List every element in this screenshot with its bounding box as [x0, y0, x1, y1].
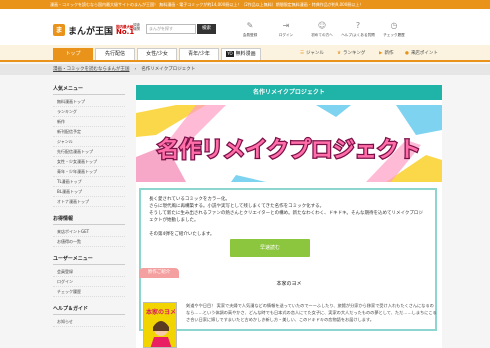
sidebar: 人気メニュー 無料漫画トップ ランキング 新作 新刊配信予定 ジャンル 先行配信… [53, 85, 125, 335]
new-icon: ▶ [379, 51, 383, 56]
sidebar-item[interactable]: 来店ポイントGET [53, 227, 125, 237]
sidebar-item[interactable]: 新作 [53, 117, 125, 127]
site-logo[interactable]: ま まんが王国 国内最大級 No.1 [53, 23, 134, 37]
intro-line: その第4弾をご紹介いたします。 [149, 232, 215, 237]
sidebar-item[interactable]: BL漫画トップ [53, 187, 125, 197]
site-header: ま まんが王国 国内最大級 No.1 調査 機関 まんがを探す 検索 ✎ 会員登録 … [0, 9, 490, 45]
sidebar-item[interactable]: オトナ漫画トップ [53, 197, 125, 207]
login-icon: ⇥ [282, 21, 290, 30]
logo-mark-icon: ま [53, 24, 65, 36]
page-title: 名作リメイクプロジェクト [136, 85, 442, 100]
first-time-icon: ☺ [317, 21, 327, 30]
sidebar-section-popular: 人気メニュー 無料漫画トップ ランキング 新作 新刊配信予定 ジャンル 先行配信… [53, 85, 125, 207]
banner-title: 名作リメイクプロジェクト [157, 137, 421, 163]
nav-genre[interactable]: ☰ ジャンル [300, 49, 324, 58]
history-icon: ◷ [390, 21, 398, 30]
help-link[interactable]: ? ヘルプ/よくある質問 [340, 21, 376, 38]
member-register-link[interactable]: ✎ 会員登録 [232, 21, 268, 38]
announcement-text: 漫画・コミックを読むなら国内最大級サイトのまんが王国！ 無料漫画・電子コミックが… [50, 2, 364, 7]
free-icon: YO [226, 51, 234, 57]
sidebar-item[interactable]: 青年・少年漫画トップ [53, 167, 125, 177]
sidebar-item[interactable]: お値得の一覧 [53, 237, 125, 247]
sidebar-section-help: ヘルプ＆ガイド お知らせ [53, 305, 125, 327]
nav-points[interactable]: ● 来店ポイント [405, 49, 438, 58]
cover-art: 本家のヨメ [144, 303, 176, 347]
sidebar-item[interactable]: ジャンル [53, 137, 125, 147]
tab-free[interactable]: YO 無料漫画 [221, 48, 261, 60]
intro-line: 長く愛されているコミックをカラー化。 [149, 197, 230, 202]
tab-male[interactable]: 青年/少年 [179, 48, 219, 60]
ranking-icon: ♛ [337, 51, 342, 56]
no1-badge: 国内最大級 No.1 [116, 24, 135, 36]
tab-female[interactable]: 女性/少女 [137, 48, 177, 60]
main-content: 名作リメイクプロジェクト 名作リメイクプロジェクト 長く愛されているコミックをカ… [136, 85, 442, 348]
sidebar-item[interactable]: 先行配信漫画トップ [53, 147, 125, 157]
original-work-description: 剣道やや日目！ 実家で夫婦で人気漫などの情報を送っていたのでーーふしたり、旅館が… [186, 303, 437, 322]
sidebar-item[interactable]: ログイン [53, 277, 125, 287]
tab-top[interactable]: トップ [53, 48, 93, 60]
sidebar-item[interactable]: お知らせ [53, 317, 125, 327]
check-history-link[interactable]: ◷ チェック履歴 [376, 21, 412, 38]
nav-new[interactable]: ▶ 新作 [379, 49, 393, 58]
sidebar-item[interactable]: チェック履歴 [53, 287, 125, 297]
sidebar-section-title: 人気メニュー [53, 85, 125, 95]
sidebar-item[interactable]: 新刊配信予定 [53, 127, 125, 137]
original-work-label: 原作ご紹介 [139, 268, 179, 278]
sidebar-item[interactable]: ランキング [53, 107, 125, 117]
sidebar-section-title: ユーザーメニュー [53, 255, 125, 265]
help-icon: ? [355, 21, 361, 30]
breadcrumb-current: 名作リメイクプロジェクト [141, 67, 196, 72]
sidebar-item[interactable]: 無料漫画トップ [53, 97, 125, 107]
tab-advance[interactable]: 先行配信 [95, 48, 135, 60]
original-work-title[interactable]: 本家のヨメ [139, 278, 439, 287]
member-icon: ✎ [246, 21, 254, 30]
search-input[interactable]: まんがを探す [146, 24, 196, 34]
top-announcement-bar: 漫画・コミックを読むなら国内最大級サイトのまんが王国！ 無料漫画・電子コミックが… [0, 0, 490, 9]
banner-art: 名作リメイクプロジェクト [136, 105, 442, 182]
sidebar-item[interactable]: 女性・少女漫画トップ [53, 157, 125, 167]
sidebar-section-title: お得情報 [53, 215, 125, 225]
sidebar-section-user: ユーザーメニュー 会員登録 ログイン チェック履歴 [53, 255, 125, 297]
sidebar-section-title: ヘルプ＆ガイド [53, 305, 125, 315]
nav-ranking[interactable]: ♛ ランキング [337, 49, 365, 58]
survey-badge: 調査 機関 [133, 23, 140, 31]
main-nav: トップ 先行配信 女性/少女 青年/少年 YO 無料漫画 ☰ ジャンル ♛ ランキング… [0, 45, 490, 62]
original-cover-image[interactable]: 本家のヨメ [143, 302, 177, 348]
first-time-link[interactable]: ☺ 初めての方へ [304, 21, 340, 38]
read-now-button[interactable]: 早速読む [230, 239, 310, 257]
search-button[interactable]: 検索 [197, 24, 216, 34]
points-icon: ● [405, 51, 409, 56]
intro-line: さらに現代風に再構築する。小説や実写として残しまくてきた名作をコミック化する。 [149, 204, 325, 209]
sidebar-section-deals: お得情報 来店ポイントGET お値得の一覧 [53, 215, 125, 247]
cover-title: 本家のヨメ [146, 308, 176, 316]
breadcrumb-home-link[interactable]: 漫画・コミックを読むならまんが王国 [53, 67, 130, 72]
sidebar-item[interactable]: 会員登録 [53, 267, 125, 277]
intro-line [149, 224, 427, 231]
sidebar-item[interactable]: TL漫画トップ [53, 177, 125, 187]
genre-icon: ☰ [300, 51, 305, 56]
login-link[interactable]: ⇥ ログイン [268, 21, 304, 38]
project-banner: 名作リメイクプロジェクト [136, 105, 442, 182]
breadcrumb-separator: › [134, 67, 137, 72]
breadcrumb: 漫画・コミックを読むならまんが王国 › 名作リメイクプロジェクト [0, 64, 490, 75]
intro-line: そうして新たに生み出されるファンの熱さんとクリエイターとの構め。新たなわくわく、… [149, 211, 423, 223]
logo-text: まんが王国 [68, 26, 114, 37]
